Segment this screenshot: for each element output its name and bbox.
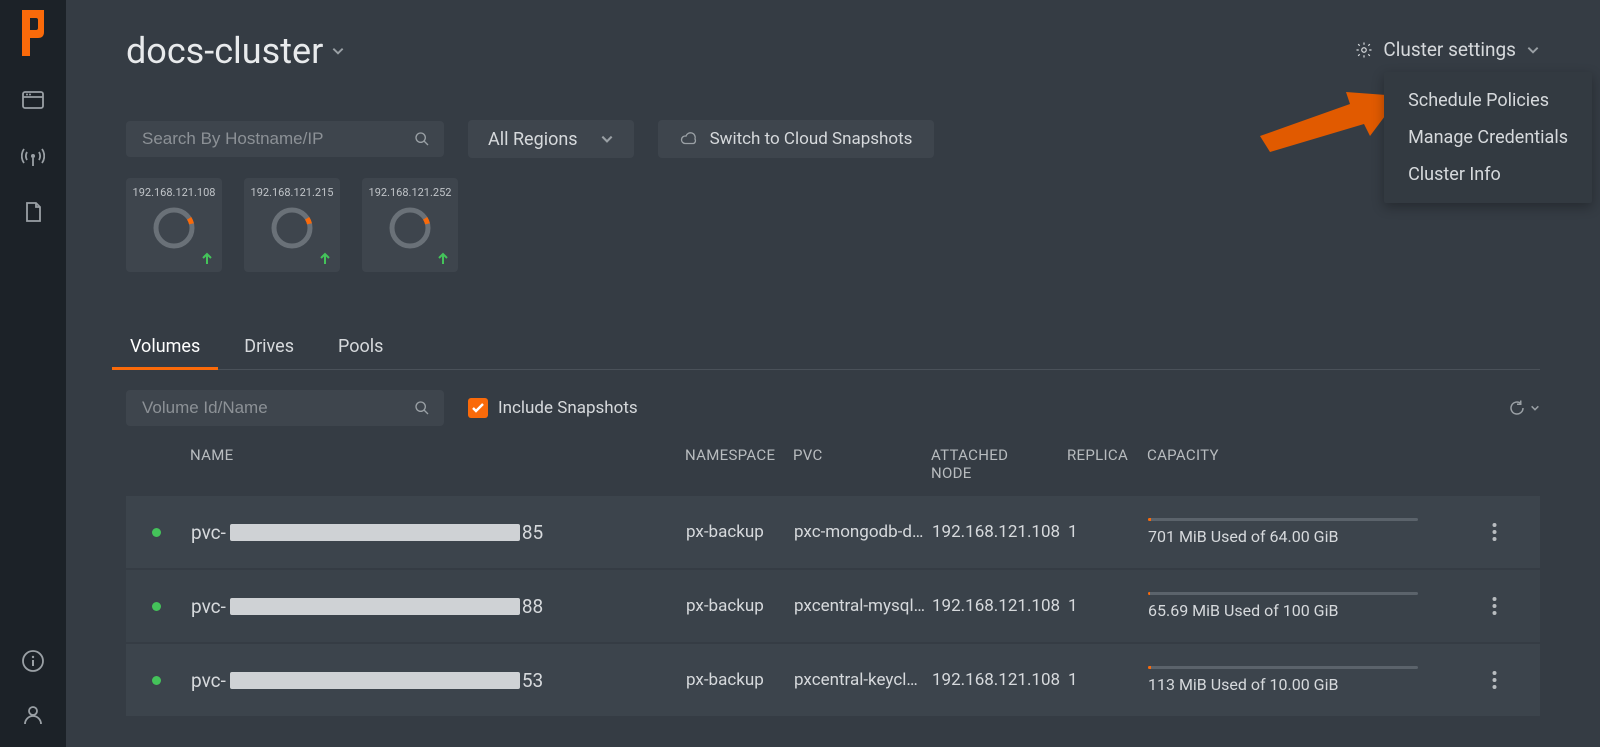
volume-table-body: pvc- 85 px-backup pxc-mongodb-d… 192.168…: [126, 496, 1540, 716]
document-icon[interactable]: [21, 200, 45, 224]
namespace-cell: px-backup: [686, 522, 794, 542]
capacity-cell: 65.69 MiB Used of 100 GiB: [1148, 592, 1492, 620]
volume-name: pvc- 88: [191, 595, 686, 618]
refresh-icon: [1508, 399, 1526, 417]
search-icon: [414, 400, 430, 416]
capacity-cell: 113 MiB Used of 10.00 GiB: [1148, 666, 1492, 694]
attached-node-cell: 192.168.121.108: [932, 670, 1068, 690]
kebab-icon: [1492, 597, 1497, 615]
nodes-row: 192.168.121.108 192.168.121.215 192.168.…: [126, 178, 1540, 272]
tab-volumes[interactable]: Volumes: [126, 336, 204, 369]
replica-cell: 1: [1068, 522, 1148, 542]
cluster-title[interactable]: docs-cluster: [126, 30, 345, 72]
table-row[interactable]: pvc- 88 px-backup pxcentral-mysql… 192.1…: [126, 570, 1540, 642]
settings-dropdown: Schedule Policies Manage Credentials Clu…: [1384, 72, 1592, 203]
kebab-icon: [1492, 671, 1497, 689]
menu-manage-credentials[interactable]: Manage Credentials: [1384, 119, 1592, 156]
settings-label: Cluster settings: [1383, 38, 1516, 61]
host-search[interactable]: [126, 121, 444, 157]
status-dot-icon: [152, 528, 161, 537]
volume-name: pvc- 53: [191, 669, 686, 692]
up-arrow-icon: [436, 252, 450, 266]
broadcast-icon[interactable]: [21, 144, 45, 168]
dashboard-icon[interactable]: [21, 88, 45, 112]
redacted-text: [230, 524, 520, 541]
region-select[interactable]: All Regions: [468, 120, 634, 158]
usage-ring-icon: [151, 205, 197, 251]
node-ip: 192.168.121.215: [251, 186, 334, 199]
col-attached-node: ATTACHEDNODE: [931, 446, 1067, 482]
node-ip: 192.168.121.252: [369, 186, 452, 199]
gear-icon: [1355, 41, 1373, 59]
chevron-down-icon: [331, 44, 345, 58]
table-row[interactable]: pvc- 85 px-backup pxc-mongodb-d… 192.168…: [126, 496, 1540, 568]
row-actions[interactable]: [1492, 597, 1520, 615]
sidebar: [0, 0, 66, 747]
cluster-name: docs-cluster: [126, 30, 323, 72]
pvc-cell: pxcentral-keycl…: [794, 670, 932, 690]
menu-cluster-info[interactable]: Cluster Info: [1384, 156, 1592, 193]
cloud-icon: [680, 130, 698, 148]
chevron-down-icon: [1530, 403, 1540, 413]
search-icon: [414, 131, 430, 147]
chevron-down-icon: [600, 132, 614, 146]
redacted-text: [230, 672, 520, 689]
attached-node-cell: 192.168.121.108: [932, 596, 1068, 616]
chevron-down-icon: [1526, 43, 1540, 57]
node-card[interactable]: 192.168.121.215: [244, 178, 340, 272]
volume-search[interactable]: [126, 390, 444, 426]
namespace-cell: px-backup: [686, 596, 794, 616]
col-namespace: NAMESPACE: [685, 446, 793, 482]
switch-cloud-snapshots-button[interactable]: Switch to Cloud Snapshots: [658, 120, 935, 158]
node-card[interactable]: 192.168.121.108: [126, 178, 222, 272]
redacted-text: [230, 598, 520, 615]
up-arrow-icon: [318, 252, 332, 266]
usage-ring-icon: [269, 205, 315, 251]
col-replica: REPLICA: [1067, 446, 1147, 482]
volume-name: pvc- 85: [191, 521, 686, 544]
usage-ring-icon: [387, 205, 433, 251]
user-icon[interactable]: [21, 703, 45, 727]
pvc-cell: pxc-mongodb-d…: [794, 522, 932, 542]
status-dot-icon: [152, 602, 161, 611]
pvc-cell: pxcentral-mysql…: [794, 596, 932, 616]
replica-cell: 1: [1068, 596, 1148, 616]
replica-cell: 1: [1068, 670, 1148, 690]
include-snapshots-toggle[interactable]: Include Snapshots: [468, 398, 638, 418]
up-arrow-icon: [200, 252, 214, 266]
node-ip: 192.168.121.108: [133, 186, 216, 199]
node-card[interactable]: 192.168.121.252: [362, 178, 458, 272]
namespace-cell: px-backup: [686, 670, 794, 690]
checkbox-checked-icon: [468, 398, 488, 418]
main-content: docs-cluster Cluster settings Schedule P…: [66, 0, 1600, 747]
table-header: NAME NAMESPACE PVC ATTACHEDNODE REPLICA …: [126, 426, 1540, 496]
search-input[interactable]: [140, 128, 414, 150]
tab-drives[interactable]: Drives: [240, 336, 298, 369]
attached-node-cell: 192.168.121.108: [932, 522, 1068, 542]
logo-icon: [18, 8, 48, 58]
kebab-icon: [1492, 523, 1497, 541]
region-label: All Regions: [488, 129, 578, 150]
col-name: NAME: [190, 446, 685, 482]
volume-search-input[interactable]: [140, 397, 414, 419]
status-dot-icon: [152, 676, 161, 685]
row-actions[interactable]: [1492, 671, 1520, 689]
table-row[interactable]: pvc- 53 px-backup pxcentral-keycl… 192.1…: [126, 644, 1540, 716]
info-icon[interactable]: [21, 649, 45, 673]
tabs: Volumes Drives Pools: [126, 336, 1540, 370]
capacity-cell: 701 MiB Used of 64.00 GiB: [1148, 518, 1492, 546]
row-actions[interactable]: [1492, 523, 1520, 541]
cluster-settings-button[interactable]: Cluster settings: [1355, 38, 1540, 61]
refresh-button[interactable]: [1508, 399, 1540, 417]
menu-schedule-policies[interactable]: Schedule Policies: [1384, 82, 1592, 119]
include-snapshots-label: Include Snapshots: [498, 398, 638, 418]
switch-label: Switch to Cloud Snapshots: [710, 129, 913, 149]
tab-pools[interactable]: Pools: [334, 336, 387, 369]
col-pvc: PVC: [793, 446, 931, 482]
col-capacity: CAPACITY: [1147, 446, 1492, 482]
